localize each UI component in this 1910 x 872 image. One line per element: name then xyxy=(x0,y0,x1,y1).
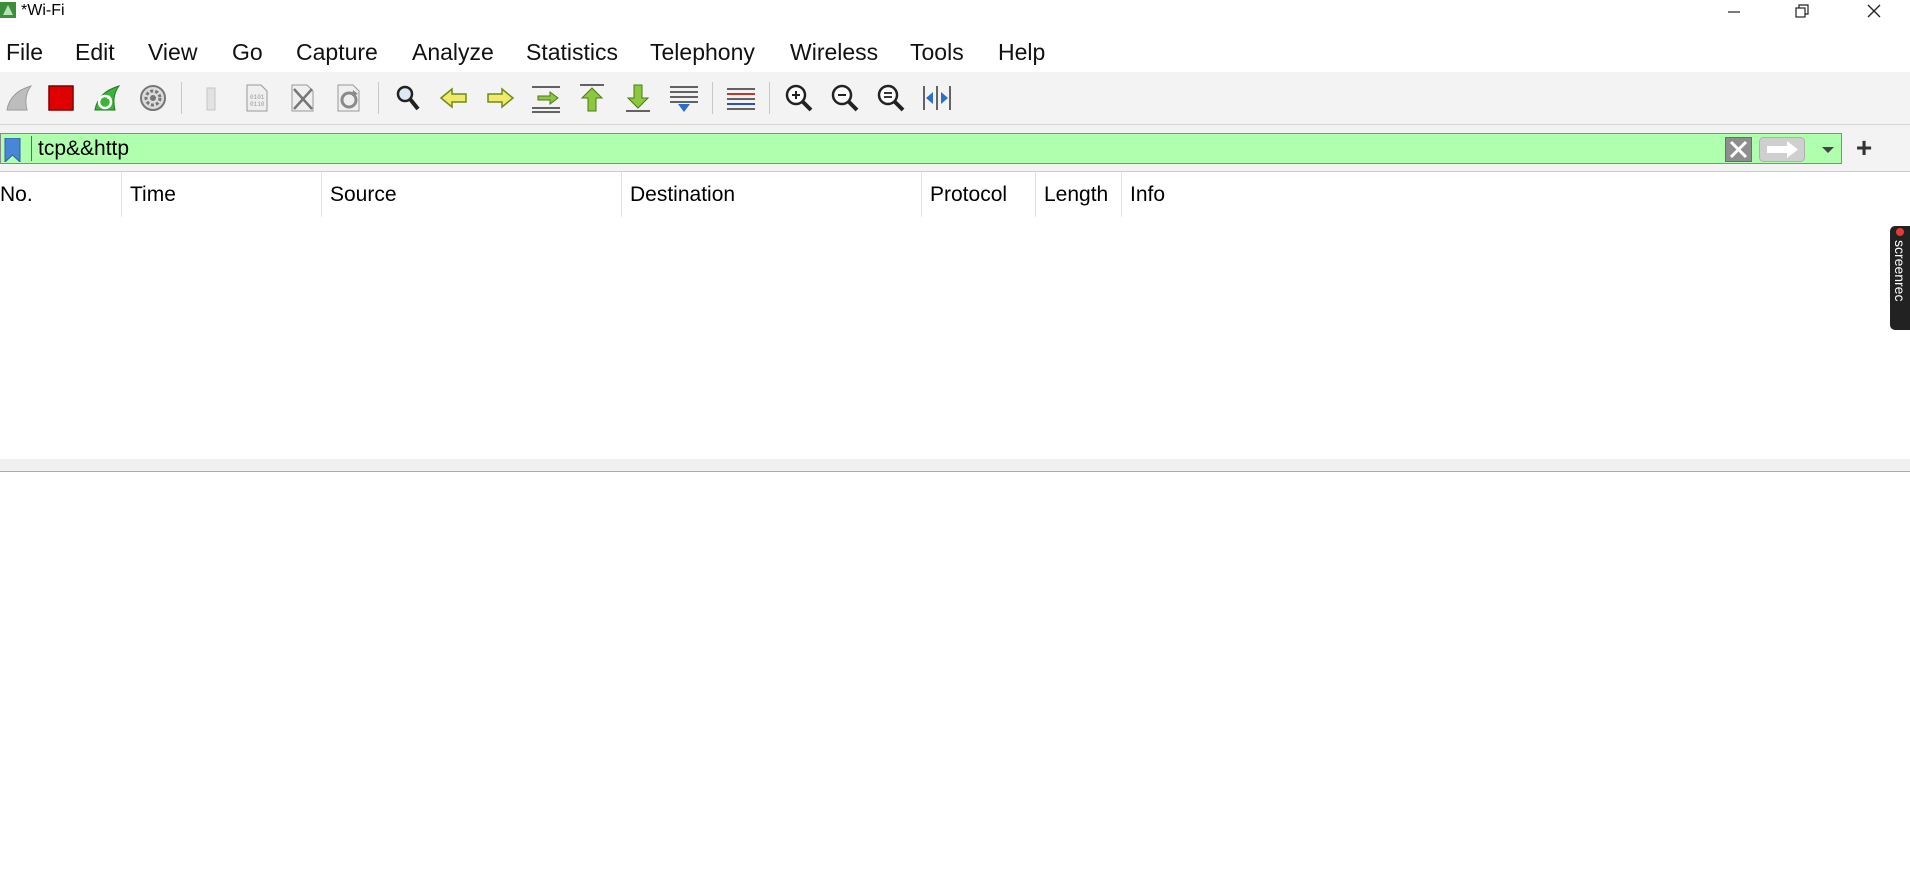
screenrec-label: screenrec xyxy=(1892,240,1908,302)
svg-text:0101: 0101 xyxy=(250,94,265,101)
column-header-length[interactable]: Length xyxy=(1044,172,1122,217)
menu-bar: File Edit View Go Capture Analyze Statis… xyxy=(0,32,1910,68)
menu-edit[interactable]: Edit xyxy=(75,38,115,66)
capture-options-icon xyxy=(140,85,166,111)
column-header-time[interactable]: Time xyxy=(130,172,322,217)
start-capture-icon xyxy=(6,85,33,111)
minimize-icon xyxy=(1728,11,1740,13)
reload-file-icon xyxy=(337,84,360,112)
packet-list-pane: No. Time Source Destination Protocol Len… xyxy=(0,171,1910,630)
filter-history-dropdown[interactable] xyxy=(1817,137,1839,162)
zoom-out-button[interactable] xyxy=(826,79,864,117)
toolbar-separator xyxy=(181,82,182,114)
window-title: *Wi-Fi xyxy=(21,2,65,19)
last-packet-button[interactable] xyxy=(619,79,657,117)
display-filter-box xyxy=(0,133,1842,164)
filter-bookmark-icon[interactable] xyxy=(4,138,21,162)
autoscroll-icon xyxy=(670,86,698,112)
open-file-button[interactable] xyxy=(192,79,230,117)
column-header-source[interactable]: Source xyxy=(330,172,622,217)
go-back-button[interactable] xyxy=(435,79,473,117)
stop-capture-button[interactable] xyxy=(42,79,80,117)
clear-filter-icon[interactable] xyxy=(1725,137,1752,162)
close-file-button[interactable] xyxy=(284,79,322,117)
restart-capture-icon xyxy=(94,85,121,111)
column-header-info[interactable]: Info xyxy=(1130,172,1330,217)
normal-size-icon xyxy=(877,84,905,112)
go-forward-button[interactable] xyxy=(481,79,519,117)
first-packet-icon xyxy=(580,84,604,112)
save-file-icon: 0101 0110 xyxy=(246,84,268,112)
menu-view[interactable]: View xyxy=(148,38,197,66)
find-packet-button[interactable] xyxy=(389,79,427,117)
autoscroll-button[interactable] xyxy=(665,79,703,117)
toolbar-separator xyxy=(712,82,713,114)
open-file-icon xyxy=(206,87,216,111)
record-dot-icon xyxy=(1896,228,1904,236)
menu-help[interactable]: Help xyxy=(998,38,1045,66)
menu-tools[interactable]: Tools xyxy=(910,38,964,66)
normal-size-button[interactable] xyxy=(872,79,910,117)
minimize-button[interactable] xyxy=(1706,0,1762,22)
go-to-packet-icon xyxy=(532,86,560,113)
display-filter-bar: + xyxy=(0,124,1910,171)
main-toolbar: 0101 0110 xyxy=(0,72,1910,124)
menu-wireless[interactable]: Wireless xyxy=(790,38,878,66)
start-capture-button[interactable] xyxy=(0,79,38,117)
menu-file[interactable]: File xyxy=(6,38,43,66)
pane-splitter[interactable] xyxy=(0,459,1910,472)
go-forward-icon xyxy=(487,87,515,109)
screenrec-tab[interactable]: screenrec xyxy=(1890,226,1910,330)
title-bar: *Wi-Fi xyxy=(0,0,1910,22)
stop-capture-icon xyxy=(48,85,74,111)
zoom-out-icon xyxy=(831,84,859,112)
toolbar-separator xyxy=(378,82,379,114)
menu-go[interactable]: Go xyxy=(232,38,263,66)
capture-options-button[interactable] xyxy=(134,79,172,117)
toolbar-separator xyxy=(769,82,770,114)
close-icon xyxy=(1867,4,1881,18)
add-filter-button[interactable]: + xyxy=(1852,133,1876,163)
column-header-protocol[interactable]: Protocol xyxy=(930,172,1036,217)
resize-columns-icon xyxy=(923,86,951,110)
packet-details-pane xyxy=(0,472,1910,872)
restore-button[interactable] xyxy=(1774,0,1830,22)
wireshark-app-icon xyxy=(0,2,16,18)
reload-file-button[interactable] xyxy=(330,79,368,117)
restore-icon xyxy=(1795,4,1809,18)
menu-analyze[interactable]: Analyze xyxy=(412,38,494,66)
zoom-in-button[interactable] xyxy=(780,79,818,117)
save-file-button[interactable]: 0101 0110 xyxy=(238,79,276,117)
column-header-destination[interactable]: Destination xyxy=(630,172,922,217)
column-header-no[interactable]: No. xyxy=(0,172,122,217)
apply-filter-icon[interactable] xyxy=(1759,137,1805,162)
restart-capture-button[interactable] xyxy=(88,79,126,117)
chevron-down-icon xyxy=(1822,146,1834,153)
colorize-icon xyxy=(727,88,755,110)
close-window-button[interactable] xyxy=(1846,0,1902,22)
menu-telephony[interactable]: Telephony xyxy=(650,38,755,66)
zoom-in-icon xyxy=(785,84,813,112)
find-packet-icon xyxy=(396,85,420,111)
go-to-packet-button[interactable] xyxy=(527,79,565,117)
svg-text:0110: 0110 xyxy=(250,101,265,108)
menu-capture[interactable]: Capture xyxy=(296,38,378,66)
last-packet-icon xyxy=(626,84,650,112)
go-back-icon xyxy=(439,87,467,109)
display-filter-input[interactable] xyxy=(31,136,1718,161)
first-packet-button[interactable] xyxy=(573,79,611,117)
resize-columns-button[interactable] xyxy=(918,79,956,117)
close-file-icon xyxy=(291,84,314,112)
colorize-button[interactable] xyxy=(722,79,760,117)
menu-statistics[interactable]: Statistics xyxy=(526,38,618,66)
